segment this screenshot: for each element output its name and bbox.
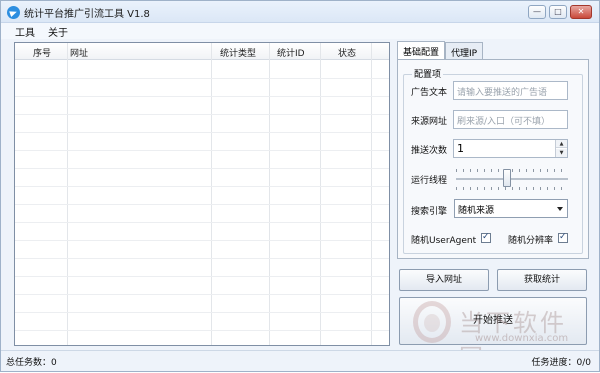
row-divider	[15, 240, 389, 241]
close-button[interactable]: ✕	[570, 5, 592, 19]
close-icon: ✕	[577, 7, 585, 16]
push-count-label: 推送次数	[411, 146, 448, 156]
row-divider	[15, 276, 389, 277]
column-divider	[269, 43, 270, 345]
row-divider	[15, 204, 389, 205]
list-header: 序号 网址 统计类型 统计ID 状态	[15, 43, 389, 60]
source-url-label: 来源网址	[411, 117, 448, 127]
push-count-stepper[interactable]: 1 ▲ ▼	[453, 139, 568, 158]
watermark-url: www.downxia.com	[475, 333, 569, 344]
row-divider	[15, 78, 389, 79]
main-window: 统计平台推广引流工具 V1.8 — □ ✕ 工具 关于 序号 网址 统计类型 统…	[0, 0, 600, 372]
source-url-input[interactable]: 刷来源/入口（可不填）	[453, 110, 568, 129]
column-header-url[interactable]: 网址	[70, 46, 88, 59]
column-divider	[371, 43, 372, 345]
column-header-status[interactable]: 状态	[338, 46, 356, 59]
row-divider	[15, 222, 389, 223]
row-divider	[15, 258, 389, 259]
ad-text-label: 广告文本	[411, 88, 448, 98]
column-header-stat-type[interactable]: 统计类型	[220, 46, 256, 59]
spin-down-arrow-icon[interactable]: ▼	[556, 149, 567, 157]
ad-text-input[interactable]: 请输入要推送的广告语	[453, 81, 568, 100]
paper-plane-icon	[7, 6, 20, 19]
row-divider	[15, 294, 389, 295]
status-bar: 总任务数：0 任务进度：0/0	[1, 350, 599, 371]
row-divider	[15, 330, 389, 331]
column-header-index[interactable]: 序号	[33, 46, 51, 59]
random-resolution-label: 随机分辨率	[508, 236, 554, 246]
task-progress-status: 任务进度：0/0	[531, 358, 592, 368]
watermark: 当下软件园 www.downxia.com	[413, 301, 591, 372]
push-count-value: 1	[457, 142, 464, 155]
tab-proxy-ip[interactable]: 代理IP	[445, 42, 484, 60]
slider-ticks	[456, 169, 568, 172]
dropdown-arrow-icon	[557, 207, 563, 211]
row-divider	[15, 168, 389, 169]
random-useragent-checkbox[interactable]	[481, 232, 491, 243]
search-engine-value: 随机来源	[458, 206, 495, 216]
menu-bar: 工具 关于	[1, 23, 599, 39]
maximize-icon: □	[554, 7, 562, 16]
watermark-logo-icon	[413, 301, 451, 343]
threads-slider-track[interactable]	[456, 178, 568, 180]
row-divider	[15, 114, 389, 115]
slider-ticks	[456, 187, 568, 190]
tab-basic-config[interactable]: 基础配置	[397, 41, 446, 60]
minimize-icon: —	[533, 7, 541, 16]
title-bar: 统计平台推广引流工具 V1.8 — □ ✕	[1, 1, 599, 23]
column-divider	[320, 43, 321, 345]
url-list[interactable]: 序号 网址 统计类型 统计ID 状态	[14, 42, 390, 346]
total-tasks-status: 总任务数：0	[6, 358, 57, 368]
row-divider	[15, 150, 389, 151]
threads-slider-thumb[interactable]	[502, 169, 511, 187]
search-engine-label: 搜索引擎	[411, 207, 448, 217]
random-resolution-checkbox[interactable]	[558, 232, 568, 243]
config-group	[403, 74, 583, 254]
threads-label: 运行线程	[411, 176, 448, 186]
random-useragent-label: 随机UserAgent	[411, 236, 477, 246]
menu-tools[interactable]: 工具	[15, 24, 35, 39]
row-divider	[15, 132, 389, 133]
minimize-button[interactable]: —	[528, 5, 546, 19]
row-divider	[15, 96, 389, 97]
get-stats-button[interactable]: 获取统计	[497, 269, 587, 291]
search-engine-select[interactable]: 随机来源	[454, 199, 568, 218]
row-divider	[15, 312, 389, 313]
spin-up-arrow-icon[interactable]: ▲	[556, 140, 567, 148]
column-divider	[211, 43, 212, 345]
row-divider	[15, 186, 389, 187]
menu-about[interactable]: 关于	[48, 24, 68, 39]
config-group-label: 配置项	[412, 67, 444, 80]
import-urls-button[interactable]: 导入网址	[399, 269, 489, 291]
window-title: 统计平台推广引流工具 V1.8	[24, 9, 150, 20]
spin-buttons: ▲ ▼	[555, 140, 567, 157]
column-divider	[67, 43, 68, 345]
column-header-stat-id[interactable]: 统计ID	[277, 46, 305, 59]
maximize-button[interactable]: □	[549, 5, 567, 19]
